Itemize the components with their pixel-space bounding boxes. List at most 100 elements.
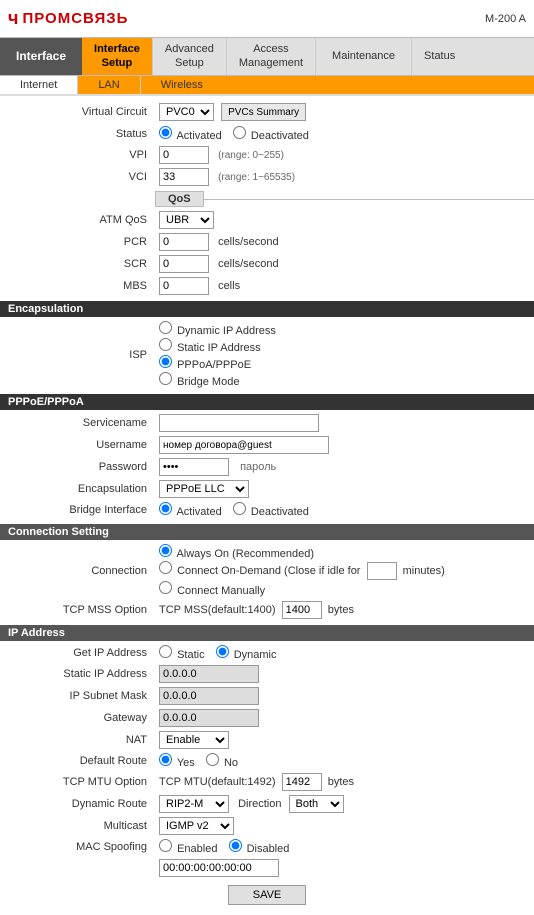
nav-access-management[interactable]: Access Management — [227, 38, 316, 75]
tcp-mss-label: TCP MSS Option — [0, 599, 155, 621]
tcp-mss-value: TCP MSS(default:1400) bytes — [155, 599, 534, 621]
connection-manual-label: Connect Manually — [177, 585, 265, 597]
vc-label: Virtual Circuit — [0, 100, 155, 125]
isp-dynamic-radio[interactable] — [159, 321, 172, 334]
default-route-yes-label: Yes — [177, 757, 195, 769]
ip-table: Get IP Address Static Dynamic Static IP … — [0, 643, 534, 879]
bridge-activated-radio[interactable] — [159, 502, 172, 515]
mac-enabled-radio[interactable] — [159, 839, 172, 852]
dynamic-route-select[interactable]: RIP2-M — [159, 795, 229, 813]
mac-disabled-label: Disabled — [247, 843, 290, 855]
subnet-mask-input[interactable] — [159, 687, 259, 705]
default-route-no-label: No — [224, 757, 238, 769]
header: ч ПРОМСВЯЗЬ M-200 A — [0, 0, 534, 38]
mac-spoofing-label: MAC Spoofing — [0, 837, 155, 857]
vci-input[interactable] — [159, 168, 209, 186]
pcr-input[interactable] — [159, 233, 209, 251]
vpi-range: (range: 0~255) — [218, 150, 284, 161]
connection-always-label: Always On (Recommended) — [176, 548, 314, 560]
default-route-no-radio[interactable] — [206, 753, 219, 766]
connection-on-demand: Connect On-Demand (Close if idle for min… — [159, 561, 530, 580]
gateway-input[interactable] — [159, 709, 259, 727]
pvcs-summary-button[interactable]: PVCs Summary — [221, 103, 306, 121]
mac-address-input[interactable] — [159, 859, 279, 877]
nav-maintenance[interactable]: Maintenance — [316, 38, 412, 75]
vc-select[interactable]: PVC0 — [159, 103, 214, 121]
connection-always-radio[interactable] — [159, 544, 172, 557]
scr-value: cells/second — [155, 253, 534, 275]
isp-bridge-radio[interactable] — [159, 372, 172, 385]
nat-select[interactable]: Enable — [159, 731, 229, 749]
default-route-yes-radio[interactable] — [159, 753, 172, 766]
sub-tabs: Internet LAN Wireless — [0, 76, 534, 96]
status-activated-radio[interactable] — [159, 126, 172, 139]
subnet-mask-value — [155, 685, 534, 707]
tcp-mtu-prefix: TCP MTU(default:1492) — [159, 776, 276, 788]
static-ip-input[interactable] — [159, 665, 259, 683]
vc-value: PVC0 PVCs Summary — [155, 100, 534, 125]
mbs-unit: cells — [218, 280, 240, 292]
connection-demand-radio[interactable] — [159, 561, 172, 574]
tcp-mss-input[interactable] — [282, 601, 322, 619]
nat-value: Enable — [155, 729, 534, 751]
save-button[interactable]: SAVE — [228, 885, 307, 905]
connection-label: Connection — [0, 542, 155, 599]
isp-bridge-label: Bridge Mode — [177, 376, 239, 388]
connection-demand-label: Connect On-Demand (Close if idle for — [177, 565, 360, 577]
connection-section-bar: Connection Setting — [0, 524, 534, 540]
main-content: Virtual Circuit PVC0 PVCs Summary Status… — [0, 96, 534, 915]
get-ip-label: Get IP Address — [0, 643, 155, 663]
mac-disabled-radio[interactable] — [229, 839, 242, 852]
bridge-activated-label: Activated — [176, 506, 221, 518]
servicename-value — [155, 412, 534, 434]
tcp-mtu-value: TCP MTU(default:1492) bytes — [155, 771, 534, 793]
password-input[interactable] — [159, 458, 229, 476]
connection-manual-radio[interactable] — [159, 581, 172, 594]
bridge-deactivated-radio[interactable] — [233, 502, 246, 515]
tab-wireless[interactable]: Wireless — [141, 76, 223, 94]
nav-interface-setup[interactable]: Interface Setup — [82, 38, 153, 75]
username-input[interactable] — [159, 436, 329, 454]
connection-always-on: Always On (Recommended) — [159, 544, 530, 560]
isp-pppoa-radio[interactable] — [159, 355, 172, 368]
dynamic-route-value: RIP2-M Direction Both — [155, 793, 534, 815]
atm-qos-value: UBR — [155, 209, 534, 231]
isp-static-label: Static IP Address — [177, 342, 261, 354]
direction-label: Direction — [238, 798, 281, 810]
isp-static-radio[interactable] — [159, 338, 172, 351]
status-activated-label: Activated — [176, 130, 221, 142]
nav-advanced-setup[interactable]: Advanced Setup — [153, 38, 227, 75]
get-ip-dynamic-radio[interactable] — [216, 645, 229, 658]
multicast-value: IGMP v2 — [155, 815, 534, 837]
atm-qos-select[interactable]: UBR — [159, 211, 214, 229]
tab-internet[interactable]: Internet — [0, 76, 78, 94]
idle-minutes-input[interactable] — [367, 562, 397, 580]
scr-input[interactable] — [159, 255, 209, 273]
static-ip-value — [155, 663, 534, 685]
mbs-input[interactable] — [159, 277, 209, 295]
encap-select[interactable]: PPPoE LLC — [159, 480, 249, 498]
default-route-label: Default Route — [0, 751, 155, 771]
vci-range: (range: 1~65535) — [218, 172, 295, 183]
multicast-select[interactable]: IGMP v2 — [159, 817, 234, 835]
servicename-input[interactable] — [159, 414, 319, 432]
password-label: Password — [0, 456, 155, 478]
tcp-mtu-unit: bytes — [328, 776, 354, 788]
tcp-mss-unit: bytes — [328, 604, 354, 616]
isp-option-dynamic: Dynamic IP Address — [159, 321, 530, 337]
vpi-input[interactable] — [159, 146, 209, 164]
encapsulation-section-bar: Encapsulation — [0, 301, 534, 317]
nav-status[interactable]: Status — [412, 38, 467, 75]
tab-lan[interactable]: LAN — [78, 76, 140, 94]
connection-table: Connection Always On (Recommended) Conne… — [0, 542, 534, 621]
username-label: Username — [0, 434, 155, 456]
isp-option-static: Static IP Address — [159, 338, 530, 354]
tcp-mss-prefix: TCP MSS(default:1400) — [159, 604, 276, 616]
direction-select[interactable]: Both — [289, 795, 344, 813]
pcr-unit: cells/second — [218, 236, 279, 248]
get-ip-static-radio[interactable] — [159, 645, 172, 658]
tcp-mtu-input[interactable] — [282, 773, 322, 791]
vc-table: Virtual Circuit PVC0 PVCs Summary Status… — [0, 100, 534, 189]
status-value: Activated Deactivated — [155, 124, 534, 144]
status-deactivated-radio[interactable] — [233, 126, 246, 139]
